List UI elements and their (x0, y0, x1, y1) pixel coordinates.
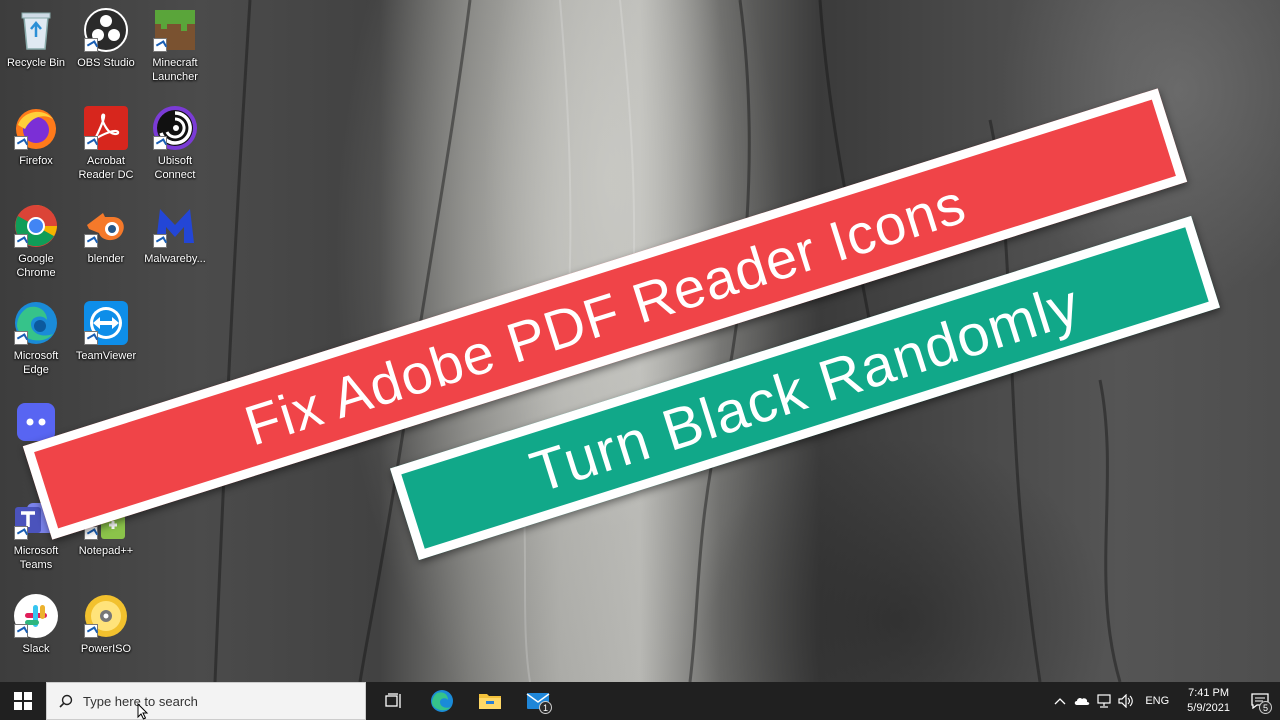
shortcut-arrow-icon (153, 234, 167, 248)
recycle-bin-icon (12, 6, 60, 54)
chevron-up-icon (1054, 698, 1066, 705)
desktop-icon-label: TeamViewer (75, 350, 137, 362)
desktop-icon-label: Minecraft Launcher (152, 57, 198, 83)
taskbar-file-explorer-button[interactable] (466, 682, 514, 720)
system-tray: ENG 7:41 PM 5/9/2021 5 (1049, 682, 1280, 720)
shortcut-arrow-icon (84, 38, 98, 52)
shortcut-arrow-icon (14, 624, 28, 638)
desktop-icon-minecraft[interactable]: Minecraft Launcher (139, 6, 211, 84)
language-indicator[interactable]: ENG (1137, 695, 1177, 707)
desktop-icon-edge[interactable]: Microsoft Edge (0, 299, 72, 377)
desktop-icon-teamviewer[interactable]: TeamViewer (70, 299, 142, 363)
mail-count-badge: 1 (539, 701, 552, 714)
desktop-icon-label: Microsoft Edge (13, 350, 59, 376)
shortcut-arrow-icon (14, 331, 28, 345)
desktop-icon-poweriso[interactable]: PowerISO (70, 592, 142, 656)
taskbar-search-box[interactable] (46, 682, 366, 720)
shortcut-arrow-icon (84, 136, 98, 150)
desktop-icon-slack[interactable]: Slack (0, 592, 72, 656)
shortcut-arrow-icon (14, 136, 28, 150)
desktop-icon-label: Malwareby... (144, 253, 206, 265)
blender-icon (82, 202, 130, 250)
desktop-icon-label: Acrobat Reader DC (78, 155, 134, 181)
desktop-icon-label: Firefox (19, 155, 53, 167)
task-view-icon (385, 693, 401, 708)
onedrive-cloud-icon (1075, 697, 1090, 705)
acrobat-reader-icon (82, 104, 130, 152)
task-view-button[interactable] (370, 682, 418, 720)
desktop-icon-obs-studio[interactable]: OBS Studio (70, 6, 142, 70)
desktop-icon-label: OBS Studio (77, 57, 135, 69)
search-input[interactable] (83, 693, 343, 709)
desktop-icon-label: Slack (22, 643, 50, 655)
ubisoft-icon (151, 104, 199, 152)
taskbar-mail-button[interactable]: 1 (514, 682, 562, 720)
file-explorer-icon (479, 694, 501, 709)
desktop-icon-ubisoft[interactable]: Ubisoft Connect (139, 104, 211, 182)
edge-icon (431, 690, 453, 712)
edge-icon (12, 299, 60, 347)
desktop-icon-label: Google Chrome (16, 253, 56, 279)
windows-logo-icon (14, 692, 32, 710)
network-icon (1097, 694, 1111, 708)
shortcut-arrow-icon (84, 331, 98, 345)
desktop-icon-label: Recycle Bin (6, 57, 66, 69)
search-icon (59, 694, 73, 708)
network-button[interactable] (1093, 682, 1115, 720)
shortcut-arrow-icon (14, 526, 28, 540)
firefox-icon (12, 104, 60, 152)
desktop-icon-label: Ubisoft Connect (154, 155, 196, 181)
minecraft-icon (151, 6, 199, 54)
mouse-cursor-icon (137, 703, 149, 720)
start-button[interactable] (0, 682, 46, 720)
desktop-icon-blender[interactable]: blender (70, 202, 142, 266)
desktop-icon-acrobat-reader[interactable]: Acrobat Reader DC (70, 104, 142, 182)
desktop-icon-chrome[interactable]: Google Chrome (0, 202, 72, 280)
onedrive-button[interactable] (1071, 682, 1093, 720)
obs-studio-icon (82, 6, 130, 54)
clock-time: 7:41 PM (1188, 687, 1230, 699)
poweriso-icon (82, 592, 130, 640)
show-hidden-icons-button[interactable] (1049, 682, 1071, 720)
malwarebytes-icon (151, 202, 199, 250)
clock-date: 5/9/2021 (1187, 702, 1230, 714)
desktop-icon-recycle-bin[interactable]: Recycle Bin (0, 6, 72, 70)
desktop-icon-label: Notepad++ (78, 545, 134, 557)
speaker-icon (1118, 694, 1134, 708)
taskbar: 1 ENG 7:41 PM 5/9/2021 5 (0, 682, 1280, 720)
shortcut-arrow-icon (84, 234, 98, 248)
desktop-icon-firefox[interactable]: Firefox (0, 104, 72, 168)
slack-icon (12, 592, 60, 640)
shortcut-arrow-icon (153, 136, 167, 150)
taskbar-edge-button[interactable] (418, 682, 466, 720)
clock[interactable]: 7:41 PM 5/9/2021 (1177, 686, 1240, 716)
shortcut-arrow-icon (14, 234, 28, 248)
desktop-icon-label: blender (87, 253, 125, 265)
desktop-icon-label: PowerISO (80, 643, 132, 655)
chrome-icon (12, 202, 60, 250)
desktop-icon-label: Microsoft Teams (13, 545, 59, 571)
shortcut-arrow-icon (84, 624, 98, 638)
desktop-icon-malwarebytes[interactable]: Malwareby... (139, 202, 211, 266)
shortcut-arrow-icon (153, 38, 167, 52)
teamviewer-icon (82, 299, 130, 347)
action-center-button[interactable]: 5 (1240, 682, 1280, 720)
volume-button[interactable] (1115, 682, 1137, 720)
notification-count-badge: 5 (1259, 701, 1272, 714)
